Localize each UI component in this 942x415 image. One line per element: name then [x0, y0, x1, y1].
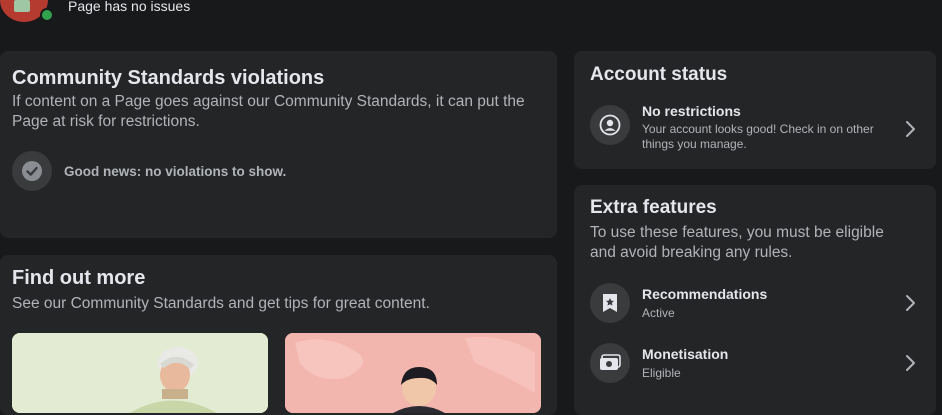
extra-features-description: To use these features, you must be eligi…	[590, 224, 884, 261]
chevron-right-icon	[906, 355, 915, 371]
monetisation-title: Monetisation	[642, 345, 729, 362]
recommendations-icon	[590, 283, 630, 323]
violations-card: Community Standards violations If conten…	[0, 51, 557, 238]
recommendations-title: Recommendations	[642, 285, 768, 302]
extra-features-title: Extra features	[590, 197, 717, 218]
recommendations-row[interactable]: Recommendations Active	[590, 283, 920, 323]
avatar-image	[14, 0, 30, 12]
account-status-item-title: No restrictions	[642, 103, 741, 119]
check-circle-icon	[12, 151, 52, 191]
account-status-card: Account status No restrictions Your acco…	[574, 51, 936, 169]
violations-title: Community Standards violations	[12, 67, 325, 89]
account-status-item-desc: Your account looks good! Check in on oth…	[642, 122, 874, 151]
violations-message: Good news: no violations to show.	[64, 163, 287, 179]
find-out-more-card: Find out more See our Community Standard…	[0, 255, 557, 415]
find-out-more-title: Find out more	[12, 267, 146, 289]
violations-description: If content on a Page goes against our Co…	[12, 93, 525, 130]
elderly-man-illustration	[12, 333, 268, 413]
content-illustration-card[interactable]	[285, 333, 541, 413]
find-out-more-description: See our Community Standards and get tips…	[12, 295, 430, 312]
monetisation-row[interactable]: Monetisation Eligible	[590, 343, 920, 383]
chevron-right-icon	[906, 121, 915, 137]
violations-status-row: Good news: no violations to show.	[12, 151, 286, 191]
page-status-text: Page has no issues	[68, 0, 191, 14]
profile-icon	[590, 105, 630, 145]
extra-features-card: Extra features To use these features, yo…	[574, 185, 936, 415]
monetisation-status: Eligible	[642, 365, 681, 380]
chevron-right-icon	[906, 295, 915, 311]
online-status-indicator	[40, 8, 54, 22]
monetisation-icon	[590, 343, 630, 383]
tips-illustration-card[interactable]	[12, 333, 268, 413]
account-status-row[interactable]: No restrictions Your account looks good!…	[590, 103, 920, 152]
account-status-title: Account status	[590, 64, 728, 85]
person-illustration	[285, 333, 541, 413]
recommendations-status: Active	[642, 305, 675, 320]
